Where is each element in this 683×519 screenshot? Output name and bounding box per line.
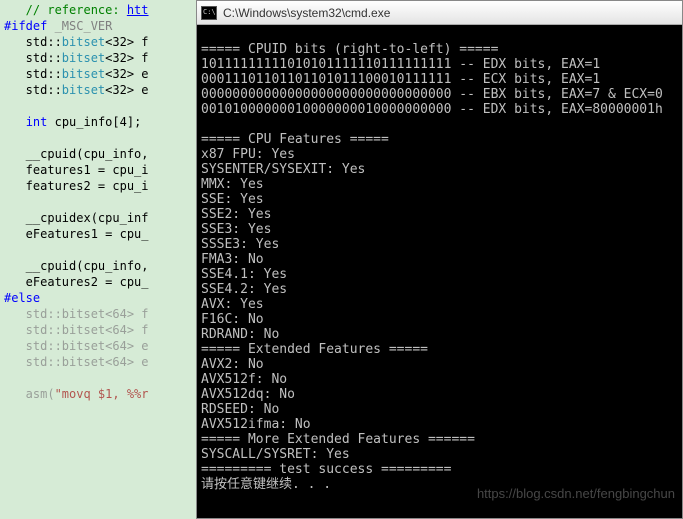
cmd-line: SSE4.2: Yes <box>201 282 287 297</box>
cmd-line: ===== CPU Features ===== <box>201 132 389 147</box>
cmd-line: SSE4.1: Yes <box>201 267 287 282</box>
cmd-line: ===== More Extended Features ====== <box>201 432 475 447</box>
cmd-window[interactable]: C:\Windows\system32\cmd.exe ===== CPUID … <box>196 0 683 519</box>
cmd-line: 请按任意键继续. . . <box>201 477 331 492</box>
cmd-titlebar[interactable]: C:\Windows\system32\cmd.exe <box>197 1 682 25</box>
pp-else: #else <box>4 291 40 305</box>
cmd-line: ===== CPUID bits (right-to-left) ===== <box>201 42 498 57</box>
cmd-line: ========= test success ========= <box>201 462 451 477</box>
cmd-icon <box>201 6 217 20</box>
code-link[interactable]: htt <box>127 3 149 17</box>
cmd-line: SSSE3: Yes <box>201 237 279 252</box>
cmd-line: SSE2: Yes <box>201 207 271 222</box>
cmd-title: C:\Windows\system32\cmd.exe <box>223 6 390 20</box>
cmd-line: AVX2: No <box>201 357 264 372</box>
cmd-line: ===== Extended Features ===== <box>201 342 428 357</box>
pp-ifdef: #ifdef <box>4 19 47 33</box>
cmd-line: RDRAND: No <box>201 327 279 342</box>
cmd-line: AVX512f: No <box>201 372 287 387</box>
cmd-line: FMA3: No <box>201 252 264 267</box>
cmd-line: MMX: Yes <box>201 177 264 192</box>
code-editor-pane[interactable]: // reference: htt #ifdef _MSC_VER std::b… <box>0 0 196 519</box>
cmd-body[interactable]: ===== CPUID bits (right-to-left) ===== 1… <box>197 25 682 518</box>
cmd-line: AVX512ifma: No <box>201 417 311 432</box>
cmd-line: SSE3: Yes <box>201 222 271 237</box>
cmd-line: SYSCALL/SYSRET: Yes <box>201 447 350 462</box>
cmd-line: 00000000000000000000000000000000 -- EBX … <box>201 87 663 102</box>
cmd-line: x87 FPU: Yes <box>201 147 295 162</box>
cmd-line: 10111111111010101111110111111111 -- EDX … <box>201 57 600 72</box>
code-comment: // reference: <box>4 3 127 17</box>
cmd-line: AVX512dq: No <box>201 387 295 402</box>
cmd-line: SSE: Yes <box>201 192 264 207</box>
cmd-line: RDSEED: No <box>201 402 279 417</box>
cmd-line: F16C: No <box>201 312 264 327</box>
cmd-line: 00011101101101101011100010111111 -- ECX … <box>201 72 600 87</box>
cmd-line: 00101000000010000000010000000000 -- EDX … <box>201 102 663 117</box>
cmd-line: AVX: Yes <box>201 297 264 312</box>
cmd-line: SYSENTER/SYSEXIT: Yes <box>201 162 365 177</box>
